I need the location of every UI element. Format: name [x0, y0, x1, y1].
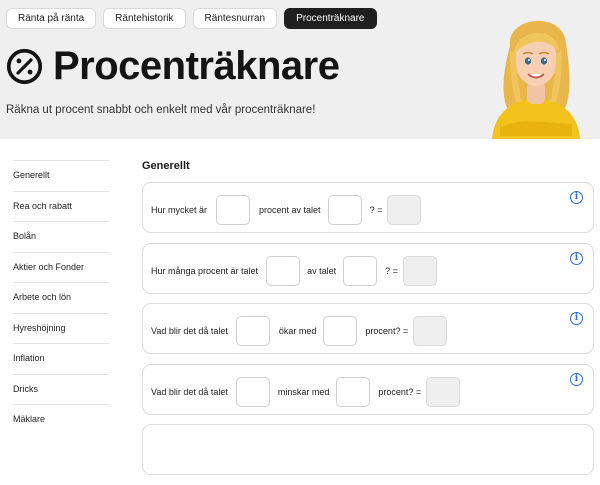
result-field — [402, 255, 437, 286]
number-input[interactable] — [235, 316, 270, 346]
percent-input[interactable] — [216, 195, 251, 225]
calc-label: procent? = — [365, 326, 409, 336]
calc-label: Vad blir det då talet — [151, 326, 228, 336]
calc-label: ökar med — [278, 326, 317, 336]
tab-bar: Ränta på ränta Räntehistorik Räntesnurra… — [6, 8, 377, 29]
calc-card-partial — [142, 424, 594, 475]
percent-input[interactable] — [336, 376, 371, 407]
calc-label: ? = — [385, 265, 398, 276]
calc-label: minskar med — [277, 386, 330, 397]
sidebar-item-dricks[interactable]: Dricks — [13, 373, 109, 405]
percent-input[interactable] — [323, 316, 358, 346]
sidebar-item-aktier-och-fonder[interactable]: Aktier och Fonder — [13, 251, 109, 283]
title-row: Procenträknare — [6, 44, 340, 88]
sidebar-item-maklare[interactable]: Mäklare — [13, 404, 109, 435]
calc-label: Vad blir det då talet — [151, 386, 228, 397]
sidebar-item-generellt[interactable]: Generellt — [13, 160, 109, 191]
calc-label: procent? = — [378, 386, 422, 397]
info-icon[interactable]: i — [570, 372, 583, 386]
calc-card-decrease: Vad blir det då talet minskar med procen… — [142, 363, 594, 415]
sidebar-item-arbete-och-lon[interactable]: Arbete och lön — [13, 282, 109, 313]
result-field — [426, 376, 461, 407]
number-input[interactable] — [235, 376, 270, 407]
calc-label: av talet — [307, 265, 337, 276]
result-field — [413, 316, 448, 346]
result-field — [387, 195, 422, 225]
sidebar-item-bolan[interactable]: Bolån — [13, 221, 109, 252]
page-subtitle: Räkna ut procent snabbt och enkelt med v… — [6, 104, 316, 116]
percent-circle-icon — [6, 48, 43, 84]
calculator-content: Generellt Hur mycket är procent av talet… — [142, 160, 594, 485]
page-title: Procenträknare — [53, 44, 340, 88]
tab-procentraknare[interactable]: Procenträknare — [284, 8, 377, 29]
tab-rantesnurran[interactable]: Räntesnurran — [192, 8, 278, 29]
calc-label: ? = — [369, 205, 383, 215]
calc-label: Hur många procent är talet — [151, 265, 259, 276]
tab-rantehistorik[interactable]: Räntehistorik — [103, 8, 186, 29]
info-icon[interactable]: i — [570, 191, 583, 204]
sidebar-nav: Generellt Rea och rabatt Bolån Aktier oc… — [13, 160, 109, 435]
calc-label: procent av talet — [259, 205, 321, 215]
calc-card-increase: Vad blir det då talet ökar med procent? … — [142, 303, 594, 354]
sidebar-item-rea-och-rabatt[interactable]: Rea och rabatt — [13, 190, 109, 222]
section-title: Generellt — [142, 160, 190, 172]
sidebar-item-hyreshojning[interactable]: Hyreshöjning — [13, 312, 109, 344]
number-input[interactable] — [266, 255, 301, 286]
mascot-avatar — [492, 20, 580, 139]
sidebar-item-inflation[interactable]: Inflation — [13, 343, 109, 374]
total-input[interactable] — [343, 255, 378, 286]
tab-ranta-pa-ranta[interactable]: Ränta på ränta — [6, 8, 97, 29]
number-input[interactable] — [327, 195, 362, 225]
hero-section: Ränta på ränta Räntehistorik Räntesnurra… — [0, 0, 600, 139]
info-icon[interactable]: i — [570, 251, 583, 265]
calc-card-what-percent: Hur många procent är talet av talet ? = … — [142, 242, 594, 294]
calc-label: Hur mycket är — [151, 205, 208, 215]
info-icon[interactable]: i — [570, 312, 583, 325]
calc-card-percent-of: Hur mycket är procent av talet ? = i — [142, 182, 594, 233]
